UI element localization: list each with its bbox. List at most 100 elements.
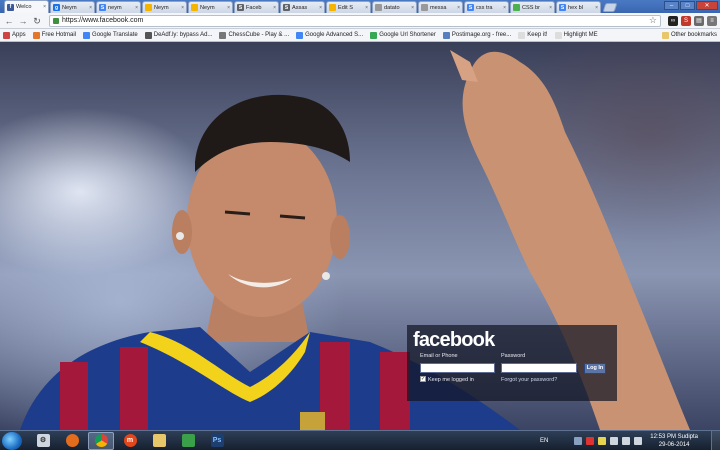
show-desktop-button[interactable] (711, 431, 720, 450)
google-icon: S (237, 4, 244, 11)
tray-antivirus-icon[interactable] (586, 437, 595, 445)
bookmark-star-icon[interactable]: ☆ (649, 15, 657, 26)
browser-tab[interactable]: S Faceb × (234, 1, 279, 13)
bookmarks-bar: Apps Free Hotmail Google Translate DeAdf.ly… (0, 29, 720, 42)
close-tab-icon[interactable]: × (227, 5, 230, 11)
browser-tab[interactable]: Sneym × (96, 1, 141, 13)
close-tab-icon[interactable]: × (503, 5, 506, 11)
bookmark-item[interactable]: Google Translate (83, 31, 138, 39)
tray-network-icon[interactable] (622, 437, 631, 445)
close-tab-icon[interactable]: × (549, 5, 552, 11)
close-tab-icon[interactable]: × (411, 5, 414, 11)
language-indicator[interactable]: EN (540, 438, 548, 444)
tray-flag-icon[interactable] (598, 437, 607, 445)
close-tab-icon[interactable]: × (595, 5, 598, 11)
jersey-stripe (60, 362, 88, 430)
close-window-button[interactable]: ✕ (696, 1, 718, 10)
tray-arrow-icon[interactable] (574, 437, 583, 445)
close-tab-icon[interactable]: × (457, 5, 460, 11)
bookmark-item[interactable]: DeAdf.ly: bypass Ad... (144, 31, 212, 39)
browser-tab[interactable]: g Neym × (50, 1, 95, 13)
menu-icon[interactable]: ≡ (707, 15, 717, 26)
address-bar[interactable]: https://www.facebook.com ☆ (49, 14, 661, 27)
bookmark-label: Postimage.org - free... (451, 32, 512, 38)
start-button[interactable] (2, 431, 22, 450)
firefox-icon (65, 434, 79, 447)
back-button[interactable]: ← (3, 15, 15, 27)
close-tab-icon[interactable]: × (135, 5, 138, 11)
bookmark-item[interactable]: Apps (3, 31, 26, 39)
bookmark-item[interactable]: Free Hotmail (32, 31, 76, 39)
page-icon (518, 31, 526, 39)
bookmark-item[interactable]: Keep it! (518, 31, 548, 39)
browser-tab[interactable]: Edit S × (326, 1, 371, 13)
browser-tab[interactable]: Neym × (188, 1, 233, 13)
close-tab-icon[interactable]: × (273, 5, 276, 11)
minimize-button[interactable]: – (664, 1, 679, 10)
taskbar-app-network[interactable] (175, 432, 201, 450)
extension-icon[interactable]: ▤ (694, 15, 704, 26)
browser-tab[interactable]: f Welco × (4, 0, 49, 13)
tab-list: f Welco × g Neym × Sneym × Neym × Neym × S Faceb × S Ass… (4, 0, 602, 13)
photoshop-icon: Ps (210, 434, 224, 447)
reload-button[interactable]: ↻ (31, 15, 43, 27)
taskbar-app-media[interactable]: m (117, 432, 143, 450)
extension-icon[interactable]: S (681, 15, 691, 26)
close-tab-icon[interactable]: × (43, 4, 46, 10)
bookmark-item[interactable]: Google Url Shortener (370, 31, 436, 39)
google-icon: S (559, 4, 566, 11)
taskbar-app-explorer[interactable]: ⚙ (30, 432, 56, 450)
taskbar-app-chrome[interactable] (88, 431, 114, 450)
bookmark-item[interactable]: Postimage.org - free... (442, 31, 512, 39)
new-tab-button[interactable] (602, 3, 618, 12)
extension-glasses-icon[interactable]: ∞ (668, 15, 678, 26)
tray-power-icon[interactable] (610, 437, 619, 445)
facebook-logo: facebook (413, 329, 495, 351)
clock[interactable]: 12:53 PM Sudipta 29-06-2014 (650, 433, 698, 449)
browser-tab[interactable]: datato × (372, 1, 417, 13)
taskbar-app-photoshop[interactable]: Ps (204, 432, 230, 450)
taskbar-app-firefox[interactable] (59, 432, 85, 450)
desktop-screen: f Welco × g Neym × Sneym × Neym × Neym × S Faceb × S Ass… (0, 0, 720, 450)
browser-tab[interactable]: CSS br × (510, 1, 555, 13)
clock-date: 29-06-2014 (658, 442, 690, 448)
forward-button[interactable]: → (17, 15, 29, 27)
browser-tab[interactable]: Shex bl × (556, 1, 601, 13)
log-in-button[interactable]: Log In (584, 363, 606, 374)
password-field[interactable] (501, 363, 577, 373)
close-tab-icon[interactable]: × (89, 5, 92, 11)
close-tab-icon[interactable]: × (181, 5, 184, 11)
browser-tab[interactable]: S Assas × (280, 1, 325, 13)
forgot-password-link[interactable]: Forgot your password? (501, 377, 557, 383)
system-tray: EN 12:53 PM Sudipta 29-06-2014 (540, 433, 698, 449)
bookmark-item[interactable]: Google Advanced S... (296, 31, 363, 39)
maximize-button[interactable]: □ (680, 1, 695, 10)
taskbar-app-files[interactable] (146, 432, 172, 450)
close-tab-icon[interactable]: × (319, 5, 322, 11)
other-bookmarks-button[interactable]: Other bookmarks (661, 31, 717, 39)
bookmark-item[interactable]: ChessCube - Play & ... (219, 31, 289, 39)
window-controls: – □ ✕ (663, 1, 718, 10)
browser-tab[interactable]: Scss tra × (464, 1, 509, 13)
page-icon (375, 4, 382, 11)
tab-label: messa (430, 4, 447, 11)
windows-taskbar: ⚙ m Ps EN 12:53 PM Sudipta 29-06-2014 (0, 430, 720, 450)
chess-icon (219, 31, 227, 39)
google-icon: S (99, 4, 106, 11)
email-field[interactable] (420, 363, 495, 373)
bookmark-label: Google Translate (92, 32, 138, 38)
tray-volume-icon[interactable] (634, 437, 643, 445)
bookmark-item[interactable]: Highlight ME (554, 31, 598, 39)
password-label: Password (501, 353, 526, 359)
browser-tab[interactable]: messa × (418, 1, 463, 13)
browser-tab[interactable]: Neym × (142, 1, 187, 13)
page-icon (513, 4, 520, 11)
jersey-stripe (120, 347, 148, 430)
close-tab-icon[interactable]: × (365, 5, 368, 11)
eye-shape (279, 214, 306, 220)
facebook-page: facebook Email or Phone Password Log In … (0, 42, 720, 430)
keep-logged-in-checkbox[interactable]: ✓ (420, 376, 426, 382)
google-icon: S (467, 4, 474, 11)
lock-icon (53, 17, 59, 24)
chrome-icon (94, 434, 108, 447)
